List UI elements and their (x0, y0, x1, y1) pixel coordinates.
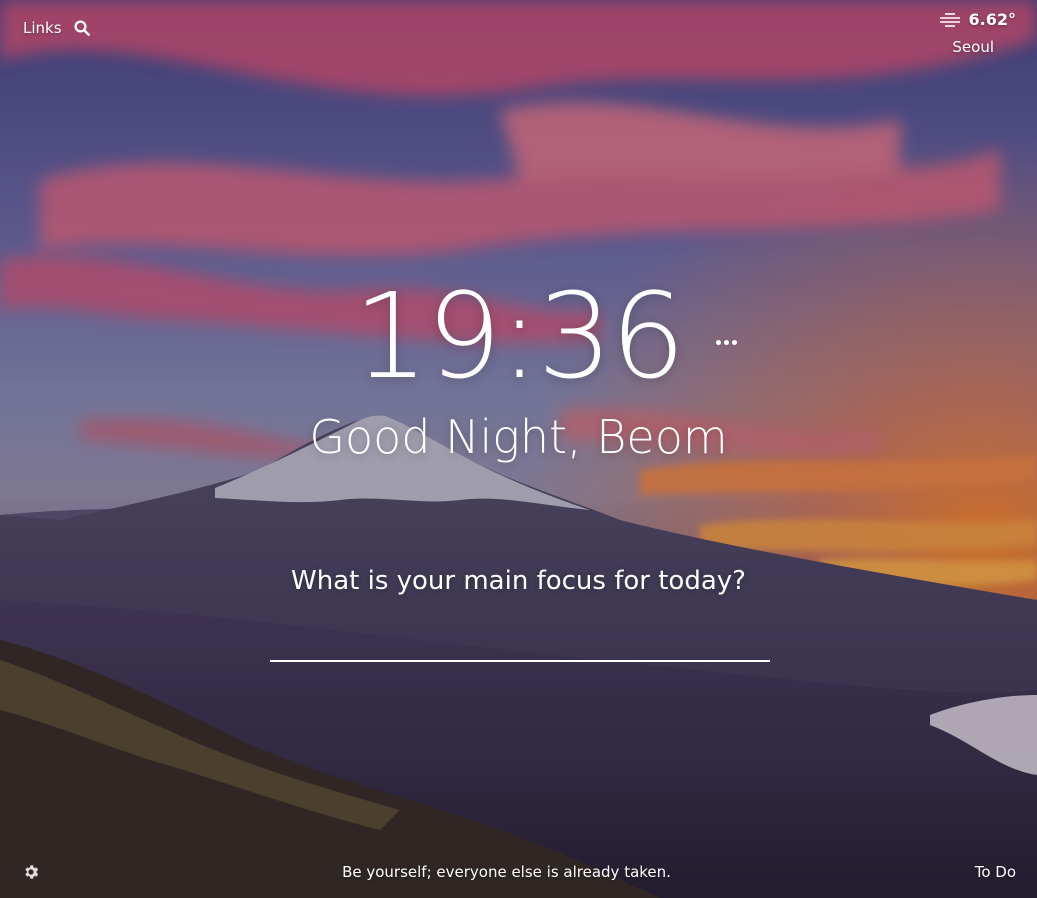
weather-temperature: 6.62° (968, 10, 1016, 29)
quote-text: Be yourself; everyone else is already ta… (342, 863, 671, 881)
weather-widget[interactable]: 6.62° Seoul (939, 10, 1016, 56)
clock-time: 19:36 (353, 267, 685, 405)
more-dot (724, 340, 729, 345)
search-icon[interactable] (73, 19, 91, 37)
focus-question: What is your main focus for today? (291, 566, 746, 596)
more-dot (732, 340, 737, 345)
links-widget: Links (23, 19, 91, 37)
weather-city: Seoul (952, 38, 994, 56)
clock-more-button[interactable] (716, 340, 737, 345)
more-dot (716, 340, 721, 345)
links-button[interactable]: Links (23, 19, 62, 37)
focus-input[interactable] (270, 626, 770, 662)
clock-container: 19:36 (0, 272, 1037, 400)
greeting: Good Night, Beom (309, 410, 728, 464)
todo-button[interactable]: To Do (975, 863, 1016, 881)
fog-icon (939, 12, 960, 27)
